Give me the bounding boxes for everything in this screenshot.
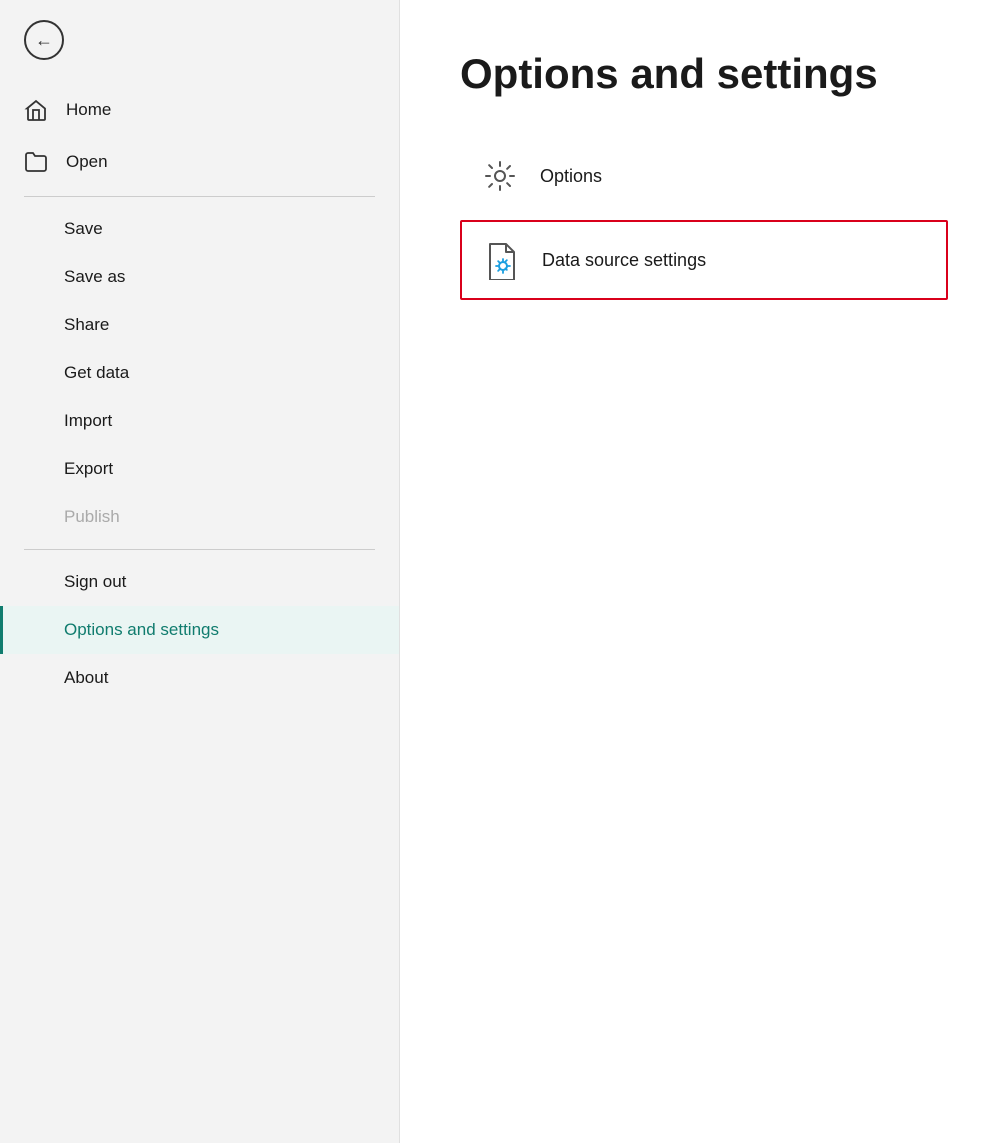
sidebar-item-import[interactable]: Import [0,397,399,445]
sidebar-item-about[interactable]: About [0,654,399,702]
sidebar-item-share[interactable]: Share [0,301,399,349]
sidebar-item-home-label: Home [66,100,111,120]
sidebar-item-get-data[interactable]: Get data [0,349,399,397]
sidebar-item-save[interactable]: Save [0,205,399,253]
main-content: Options and settings Options Data source… [400,0,1008,1143]
sidebar-item-export[interactable]: Export [0,445,399,493]
sidebar-item-publish: Publish [0,493,399,541]
page-title: Options and settings [460,50,948,98]
settings-item-options[interactable]: Options [460,138,948,214]
sidebar-sub-nav: Save Save as Share Get data Import Expor… [0,205,399,541]
back-circle-icon[interactable]: ← [24,20,64,60]
sidebar-item-open-label: Open [66,152,108,172]
sidebar-item-home[interactable]: Home [0,84,399,136]
back-arrow-icon: ← [35,31,53,49]
datasource-icon [482,240,522,280]
sidebar-item-options-and-settings[interactable]: Options and settings [0,606,399,654]
settings-item-data-source[interactable]: Data source settings [460,220,948,300]
settings-item-options-label: Options [540,166,602,187]
sidebar-divider-bottom [24,549,375,550]
sidebar-item-save-as[interactable]: Save as [0,253,399,301]
home-icon [24,98,48,122]
open-icon [24,150,48,174]
sidebar-top-nav: Home Open [0,76,399,188]
sidebar-bottom-nav: Sign out Options and settings About [0,558,399,702]
sidebar-divider-top [24,196,375,197]
settings-item-data-source-label: Data source settings [542,250,706,271]
sidebar-item-sign-out[interactable]: Sign out [0,558,399,606]
back-button[interactable]: ← [0,0,399,76]
sidebar: ← Home Open Save Save as Share [0,0,400,1143]
sidebar-item-open[interactable]: Open [0,136,399,188]
gear-icon [480,156,520,196]
